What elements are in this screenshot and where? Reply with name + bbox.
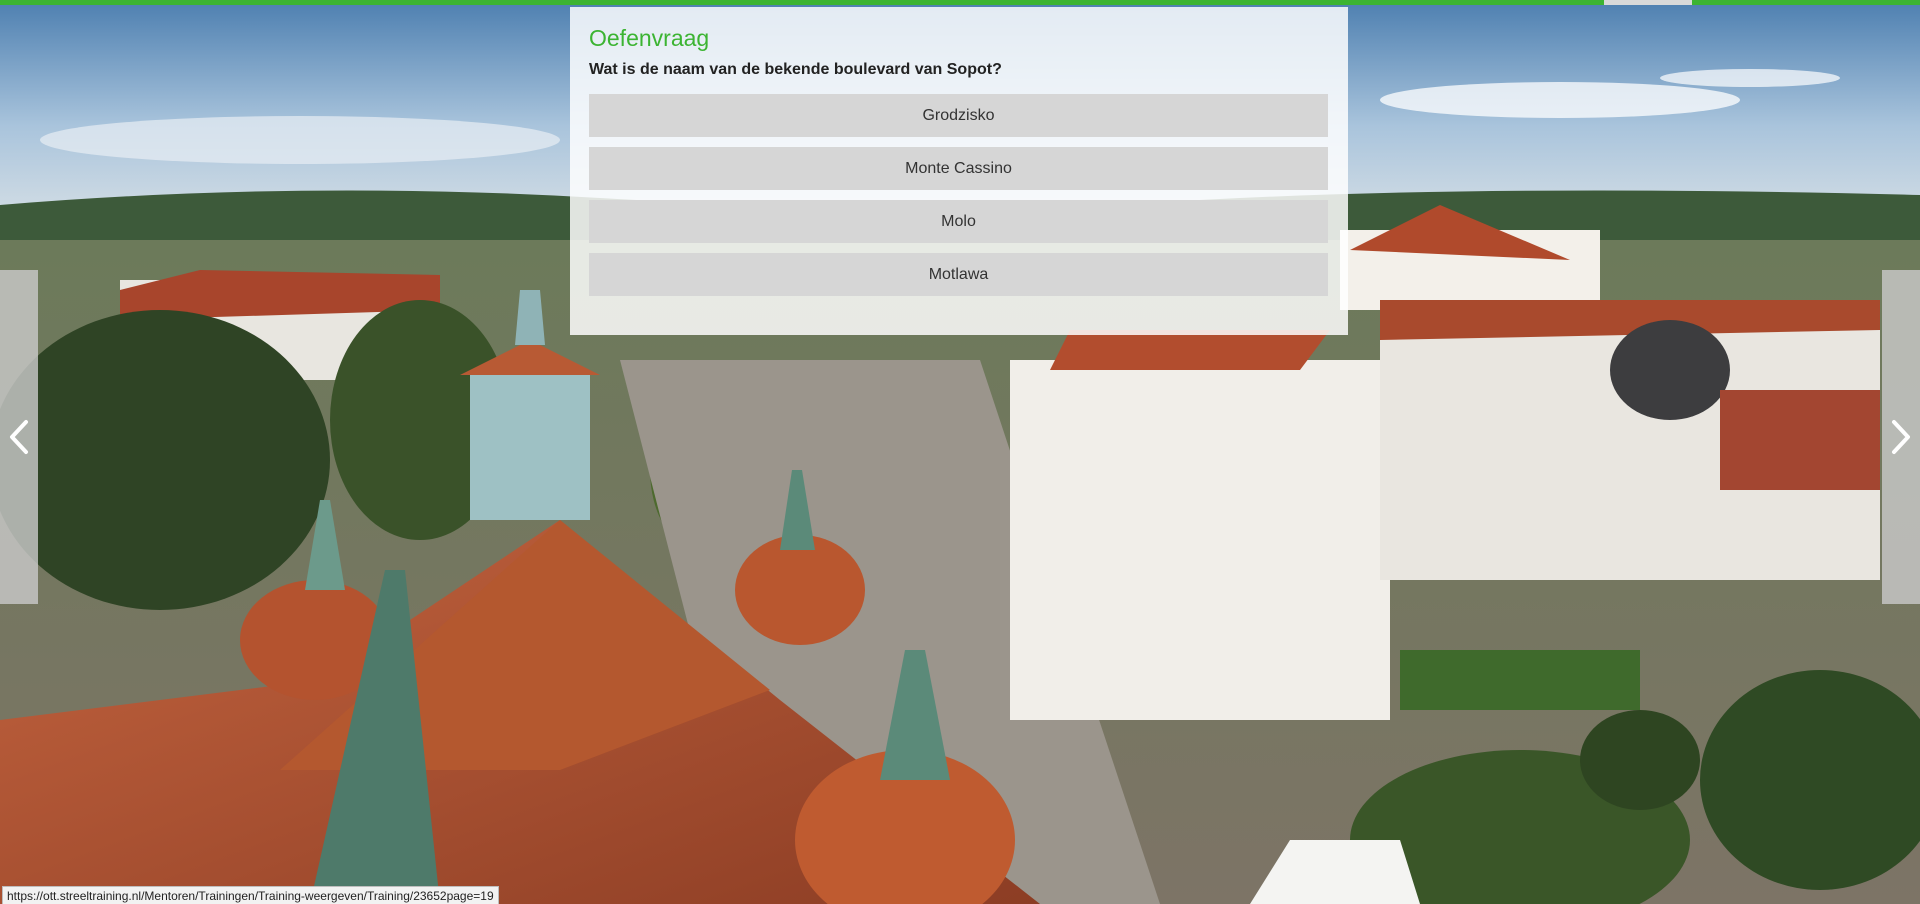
chevron-right-icon	[1892, 420, 1910, 454]
progress-bar-fill-end	[1692, 0, 1920, 5]
quiz-title: Oefenvraag	[589, 25, 710, 51]
progress-bar	[0, 0, 1920, 5]
answer-button-grodzisko[interactable]: Grodzisko	[589, 94, 1328, 137]
slide-page: Oefenvraag Wat is de naam van de bekende…	[0, 0, 1920, 904]
answer-button-molo[interactable]: Molo	[589, 200, 1328, 243]
status-bar-url: https://ott.streeltraining.nl/Mentoren/T…	[2, 886, 499, 904]
quiz-question: Wat is de naam van de bekende boulevard …	[589, 61, 1002, 78]
chevron-left-icon	[10, 420, 28, 454]
progress-bar-fill	[0, 0, 1604, 5]
answer-button-monte-cassino[interactable]: Monte Cassino	[589, 147, 1328, 190]
next-slide-button[interactable]	[1882, 270, 1920, 604]
quiz-panel: Oefenvraag Wat is de naam van de bekende…	[570, 7, 1348, 335]
answer-button-motlawa[interactable]: Motlawa	[589, 253, 1328, 296]
previous-slide-button[interactable]	[0, 270, 38, 604]
